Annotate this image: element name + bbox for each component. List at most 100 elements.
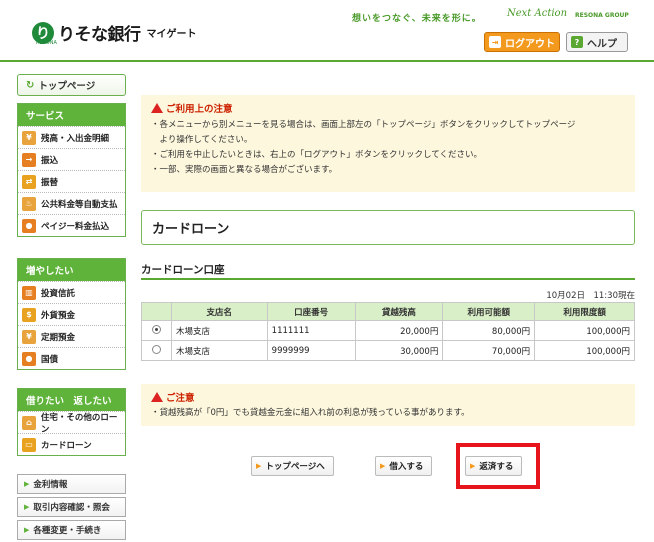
select-cell[interactable] <box>141 340 172 361</box>
sidebar-item-label: 定期預金 <box>41 332 76 343</box>
usage-notice-title-text: ご利用上の注意 <box>166 104 233 115</box>
sidebar-link-label: 金利情報 <box>33 480 68 490</box>
sidebar-item-label: 住宅・その他のローン <box>40 412 118 435</box>
column-header: 貸越残高 <box>354 302 444 321</box>
page-title: カードローン <box>141 210 635 245</box>
logout-label: ログアウト <box>505 38 555 50</box>
slogan-next-action: Next Action <box>507 8 568 19</box>
arrow-right-icon: ▶ <box>24 503 30 511</box>
borrow-button[interactable]: ▶ 借入する <box>375 456 433 476</box>
sidebar-item-housing-loan[interactable]: ⌂ 住宅・その他のローン <box>18 411 125 435</box>
select-cell[interactable] <box>141 320 172 341</box>
account-radio[interactable] <box>151 344 161 354</box>
notice-line: ・各メニューから別メニューを見る場合は、画面上部左の「トップページ」ボタンをクリ… <box>151 120 576 130</box>
column-header: 支店名 <box>170 302 268 321</box>
sidebar-link-settings[interactable]: ▶ 各種変更・手続き <box>17 520 126 540</box>
sidebar-item-payeasy[interactable]: ● ペイジー料金払込 <box>18 214 125 236</box>
sidebar-group-title: サービス <box>18 104 125 126</box>
warning-icon <box>151 392 163 402</box>
sidebar-item-label: カードローン <box>41 440 92 451</box>
transfer-icon: → <box>22 152 36 167</box>
column-header: 利用限度額 <box>534 302 635 321</box>
account-number-cell: 9999999 <box>266 340 356 361</box>
caution-line: ・貸越残高が「0円」でも貸越金元金に組入れ前の利息が残っている事があります。 <box>151 408 470 418</box>
account-radio[interactable] <box>151 324 161 334</box>
table-row[interactable]: 木場支店 1111111 20,000円 80,000円 100,000円 <box>141 320 635 341</box>
sidebar-item-card-loan[interactable]: ▭ カードローン <box>18 433 125 455</box>
sidebar-item-utility[interactable]: ♨ 公共料金等自動支払 <box>18 192 125 214</box>
select-column-header <box>141 302 172 321</box>
sidebar-item-label: 振替 <box>41 177 59 188</box>
notice-line: ・一部、実際の画面と異なる場合がございます。 <box>151 165 338 175</box>
warning-icon <box>151 103 163 113</box>
refresh-icon: ↻ <box>26 79 35 91</box>
slogan: 想いをつなぐ、未来を形に。 <box>352 14 482 24</box>
sidebar-item-investment-trust[interactable]: ▥ 投資信託 <box>18 281 125 303</box>
highlight-box <box>456 443 540 489</box>
top-page-button[interactable]: ↻ トップページ <box>17 74 126 96</box>
resona-group-label: RESONA GROUP <box>575 12 629 19</box>
sidebar-item-label: 公共料金等自動支払 <box>41 199 118 210</box>
column-header: 口座番号 <box>266 302 356 321</box>
caution-title-text: ご注意 <box>166 393 195 404</box>
notice-line: ・ご利用を中止したいときは、右上の「ログアウト」ボタンをクリックしてください。 <box>151 150 482 160</box>
table-header-row: 支店名 口座番号 貸越残高 利用可能額 利用限度額 <box>141 302 635 321</box>
sidebar-group-title: 借りたい 返したい <box>18 389 125 411</box>
top-page-label: トップページ <box>38 81 96 92</box>
sidebar-group-service: サービス ¥ 残高・入出金明細 → 振込 ⇄ 振替 ♨ 公共料金等自動支払 ● … <box>17 103 126 237</box>
sidebar-item-exchange[interactable]: ⇄ 振替 <box>18 170 125 192</box>
sidebar-item-label: 外貨預金 <box>41 310 76 321</box>
sidebar-item-label: 残高・入出金明細 <box>41 133 110 144</box>
chart-icon: ▥ <box>22 285 36 300</box>
help-button[interactable]: ? ヘルプ <box>566 32 628 52</box>
usage-notice-title: ご利用上の注意 <box>151 101 625 115</box>
sidebar-item-transfer[interactable]: → 振込 <box>18 148 125 170</box>
usage-notice: ご利用上の注意 ・各メニューから別メニューを見る場合は、画面上部左の「トップペー… <box>141 95 635 192</box>
caution-title: ご注意 <box>151 390 625 404</box>
sidebar-group-loan: 借りたい 返したい ⌂ 住宅・その他のローン ▭ カードローン <box>17 388 126 456</box>
limit-cell: 100,000円 <box>534 340 635 361</box>
sidebar-item-bond[interactable]: ● 国債 <box>18 347 125 369</box>
sidebar-item-label: ペイジー料金払込 <box>41 221 110 232</box>
sidebar-item-label: 国債 <box>41 354 59 365</box>
sidebar-item-label: 投資信託 <box>41 288 76 299</box>
as-of-timestamp: 10月02日 11:30現在 <box>546 291 635 301</box>
account-number-cell: 1111111 <box>266 320 356 341</box>
sidebar-item-time-deposit[interactable]: ¥ 定期預金 <box>18 325 125 347</box>
sidebar-link-label: 各種変更・手続き <box>33 526 102 536</box>
service-name: マイゲート <box>146 29 197 40</box>
balance-cell: 30,000円 <box>354 340 444 361</box>
sidebar-item-label: 振込 <box>41 155 59 166</box>
branch-cell: 木場支店 <box>170 320 268 341</box>
yen-bag-icon: ¥ <box>22 329 36 344</box>
bank-name: りそな銀行 <box>58 25 141 45</box>
available-cell: 80,000円 <box>442 320 536 341</box>
sidebar-link-transaction-history[interactable]: ▶ 取引内容確認・照会 <box>17 497 126 517</box>
account-table: 支店名 口座番号 貸越残高 利用可能額 利用限度額 木場支店 1111111 2… <box>141 302 635 361</box>
available-cell: 70,000円 <box>442 340 536 361</box>
help-icon: ? <box>571 36 583 48</box>
limit-cell: 100,000円 <box>534 320 635 341</box>
go-top-page-button[interactable]: ▶ トップページへ <box>251 456 334 476</box>
logout-button[interactable]: ⇥ ログアウト <box>484 32 560 52</box>
wallet-icon: ¥ <box>22 130 36 145</box>
branch-cell: 木場支店 <box>170 340 268 361</box>
dollar-icon: $ <box>22 307 36 322</box>
go-top-page-label: トップページへ <box>265 462 325 472</box>
bond-icon: ● <box>22 351 36 366</box>
sidebar-item-balance[interactable]: ¥ 残高・入出金明細 <box>18 126 125 148</box>
caution-notice: ご注意 ・貸越残高が「0円」でも貸越金元金に組入れ前の利息が残っている事がありま… <box>141 384 635 426</box>
card-icon: ▭ <box>22 437 36 452</box>
section-title: カードローン口座 <box>141 262 635 280</box>
borrow-label: 借入する <box>389 462 424 472</box>
faucet-icon: ♨ <box>22 196 36 211</box>
exchange-icon: ⇄ <box>22 174 36 189</box>
balance-cell: 20,000円 <box>354 320 444 341</box>
sidebar-item-foreign-deposit[interactable]: $ 外貨預金 <box>18 303 125 325</box>
sidebar-group-invest: 増やしたい ▥ 投資信託 $ 外貨預金 ¥ 定期預金 ● 国債 <box>17 258 126 370</box>
house-icon: ⌂ <box>22 415 36 430</box>
sidebar-link-interest-rate[interactable]: ▶ 金利情報 <box>17 474 126 494</box>
arrow-right-icon: ▶ <box>24 526 30 534</box>
help-label: ヘルプ <box>587 38 617 50</box>
table-row[interactable]: 木場支店 9999999 30,000円 70,000円 100,000円 <box>141 340 635 361</box>
